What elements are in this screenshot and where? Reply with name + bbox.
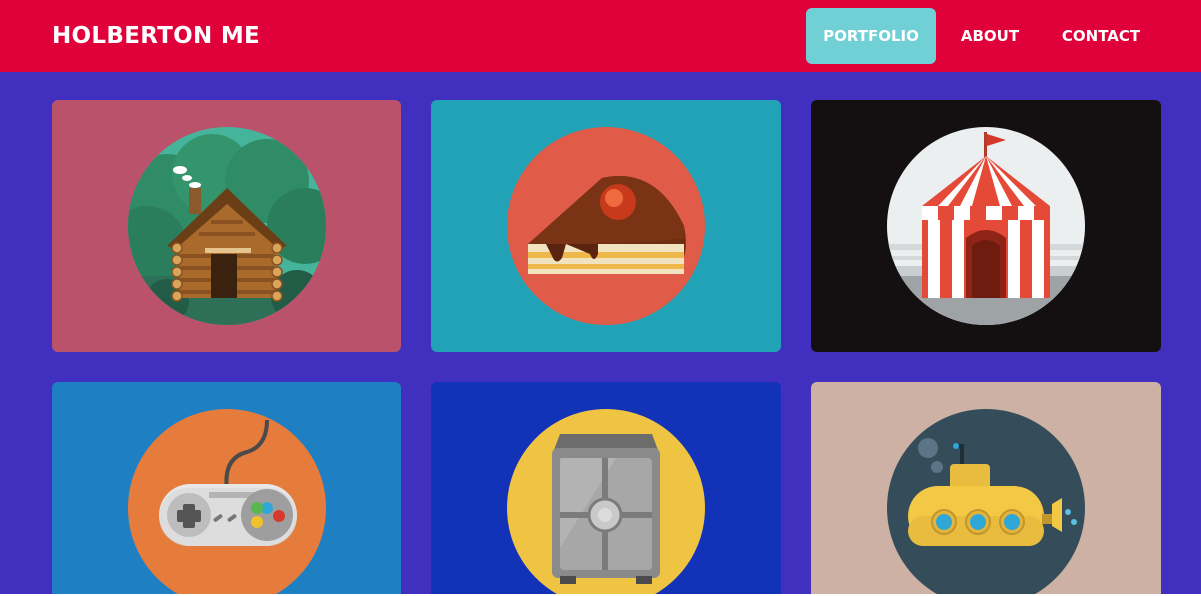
top-header: HOLBERTON ME PORTFOLIO ABOUT CONTACT — [0, 0, 1201, 72]
circus-tent-icon — [887, 127, 1085, 325]
portfolio-card-safe[interactable] — [431, 382, 781, 594]
nav-about[interactable]: ABOUT — [946, 8, 1034, 64]
portfolio-card-cake[interactable] — [431, 100, 781, 352]
nav-contact[interactable]: CONTACT — [1046, 8, 1156, 64]
nav-portfolio[interactable]: PORTFOLIO — [806, 8, 936, 64]
game-controller-icon — [127, 409, 326, 594]
portfolio-card-circus[interactable] — [811, 100, 1161, 352]
site-brand[interactable]: HOLBERTON ME — [52, 20, 260, 52]
portfolio-section — [0, 72, 1201, 594]
safe-icon — [507, 409, 705, 594]
portfolio-card-controller[interactable] — [52, 382, 401, 594]
cake-slice-icon — [507, 127, 705, 325]
log-cabin-icon — [127, 127, 326, 325]
portfolio-card-cabin[interactable] — [52, 100, 401, 352]
portfolio-card-submarine[interactable] — [811, 382, 1161, 594]
submarine-icon — [887, 409, 1085, 594]
